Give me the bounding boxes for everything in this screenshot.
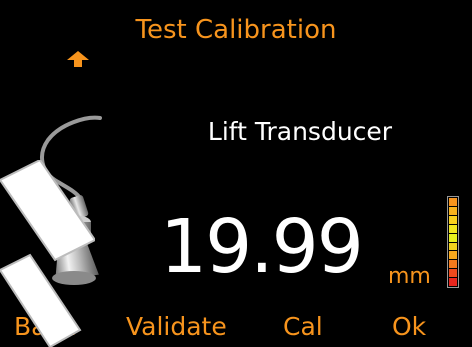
signal-level-meter [447, 196, 459, 288]
softkey-bar: Back Validate Cal Ok [0, 310, 472, 344]
level-meter-segment [449, 224, 457, 233]
calibration-screen: Test Calibration Lift Transducer 19.99 m… [0, 0, 472, 347]
level-meter-segment [449, 198, 457, 206]
transducer-icon [40, 115, 102, 285]
level-meter-segment [449, 269, 457, 278]
page-title: Test Calibration [135, 15, 337, 45]
validate-button[interactable]: Validate [126, 310, 227, 344]
level-meter-segment [449, 242, 457, 251]
cal-button[interactable]: Cal [283, 310, 323, 344]
up-arrow-icon[interactable] [66, 50, 90, 68]
ok-button[interactable]: Ok [392, 310, 426, 344]
level-meter-segment [449, 278, 457, 287]
level-meter-segment [449, 260, 457, 269]
level-meter-segment [449, 233, 457, 242]
level-meter-segment [449, 215, 457, 224]
level-meter-segment [449, 206, 457, 215]
measurement-value: 19.99 [160, 204, 364, 290]
measurement-unit: mm [388, 264, 431, 289]
level-meter-segment [449, 251, 457, 260]
back-button[interactable]: Back [14, 310, 75, 344]
sensor-name: Lift Transducer [207, 117, 393, 146]
